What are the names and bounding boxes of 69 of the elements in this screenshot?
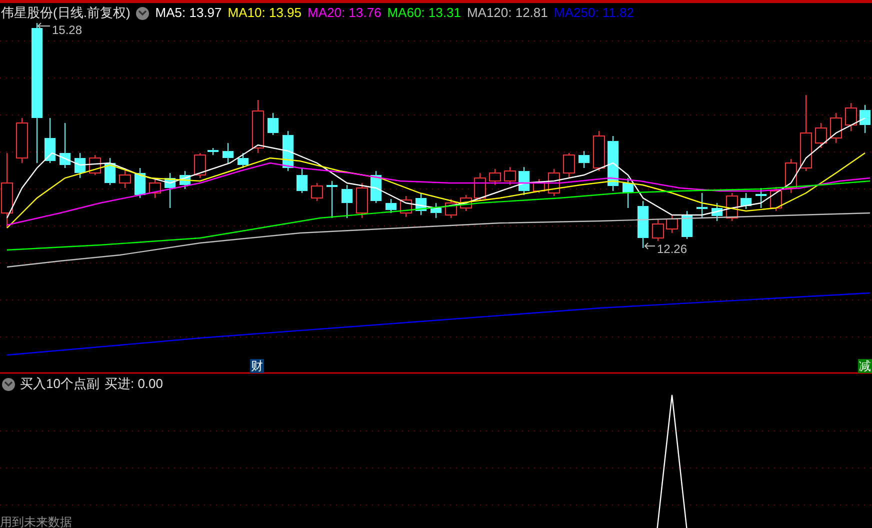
low-price-label: 12.26 bbox=[657, 241, 688, 258]
candlestick bbox=[430, 202, 442, 218]
candlestick bbox=[296, 168, 308, 194]
event-badge: 减 bbox=[858, 359, 872, 373]
candlestick bbox=[149, 178, 161, 198]
high-arrow-icon bbox=[37, 22, 50, 30]
candlestick bbox=[489, 168, 501, 186]
candlestick bbox=[208, 148, 218, 156]
candlestick bbox=[60, 122, 70, 168]
moving-average-readout: MA10: 13.95 bbox=[228, 4, 302, 22]
moving-average-readout: MA250: 11.82 bbox=[554, 4, 634, 22]
candlestick bbox=[356, 182, 368, 218]
candlestick bbox=[845, 102, 857, 132]
moving-average-readout: MA120: 12.81 bbox=[466, 4, 548, 22]
candlestick bbox=[638, 200, 648, 248]
candlestick bbox=[652, 218, 664, 242]
candlestick bbox=[180, 170, 190, 190]
candlestick bbox=[416, 192, 426, 216]
candlestick bbox=[770, 186, 782, 212]
candlestick bbox=[860, 104, 870, 134]
candlestick bbox=[712, 202, 722, 222]
candlestick bbox=[460, 194, 472, 212]
candlestick bbox=[164, 172, 176, 208]
candlestick bbox=[563, 152, 575, 178]
candlestick bbox=[518, 166, 530, 196]
moving-average-readout: MA20: 13.76 bbox=[308, 4, 382, 22]
candlestick bbox=[104, 158, 116, 186]
moving-average-readout: MA60: 13.31 bbox=[387, 4, 461, 22]
candlestick bbox=[608, 136, 618, 192]
high-price-label: 15.28 bbox=[52, 22, 82, 39]
candlestick bbox=[696, 192, 708, 218]
candlestick bbox=[815, 122, 827, 148]
candlestick bbox=[474, 172, 486, 202]
candlestick bbox=[578, 150, 590, 168]
stock-title: 伟星股份(日线.前复权) bbox=[1, 4, 130, 22]
candlestick bbox=[74, 152, 86, 178]
candlestick bbox=[252, 100, 264, 154]
dropdown-icon[interactable] bbox=[2, 378, 15, 390]
candlestick bbox=[44, 118, 56, 164]
candlestick bbox=[756, 188, 766, 208]
candlestick bbox=[326, 180, 338, 218]
candlestick bbox=[666, 214, 678, 234]
candlestick bbox=[119, 168, 131, 188]
future-data-warning: 用到未来数据 bbox=[0, 515, 72, 528]
moving-average-readout: MA5: 13.97 bbox=[155, 4, 222, 22]
indicator-readout: 买进: 0.00 bbox=[104, 375, 163, 394]
candlestick bbox=[194, 152, 206, 178]
indicator-title: 买入10个点副 bbox=[20, 375, 100, 394]
candlestick bbox=[400, 196, 412, 218]
dropdown-icon[interactable] bbox=[136, 6, 150, 20]
candlestick bbox=[740, 192, 752, 210]
candlestick bbox=[238, 152, 248, 168]
candlestick bbox=[386, 198, 396, 214]
candlestick bbox=[370, 170, 382, 204]
candlestick bbox=[622, 178, 634, 208]
candlestick bbox=[222, 142, 234, 164]
candlestick bbox=[311, 182, 323, 202]
candlestick bbox=[682, 210, 692, 240]
candlestick bbox=[533, 178, 545, 194]
event-badge: 财 bbox=[250, 359, 264, 373]
candlestick bbox=[342, 184, 352, 218]
candlestick bbox=[593, 130, 605, 172]
candlestick bbox=[445, 198, 457, 218]
candlestick bbox=[504, 166, 516, 186]
candlestick bbox=[268, 112, 278, 136]
candlestick bbox=[830, 112, 842, 144]
low-arrow-icon bbox=[644, 242, 656, 250]
candlestick bbox=[134, 168, 146, 198]
candlestick bbox=[16, 118, 28, 164]
